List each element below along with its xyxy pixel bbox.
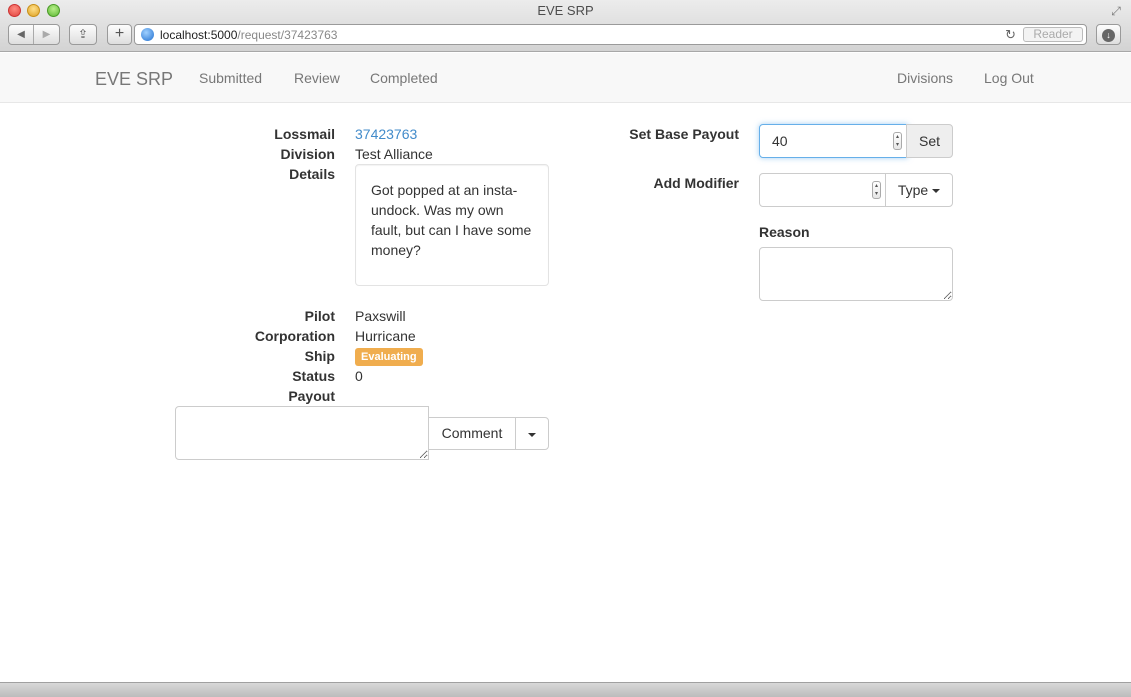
nav-review[interactable]: Review: [294, 70, 340, 86]
caret-down-icon: [528, 433, 536, 437]
type-button-label: Type: [897, 182, 929, 198]
reader-button[interactable]: Reader: [1023, 27, 1083, 42]
pilot-label: Pilot: [304, 308, 335, 324]
base-payout-input[interactable]: 40: [759, 124, 908, 158]
add-modifier-label: Add Modifier: [653, 175, 739, 191]
division-label: Division: [280, 146, 335, 162]
history-nav-group: ◀ ▶: [8, 24, 60, 45]
forward-arrow-icon[interactable]: ▶: [34, 25, 59, 44]
caret-down-icon: [932, 189, 941, 194]
window-bottom-bar: [0, 682, 1131, 697]
payout-value: 0: [355, 368, 363, 384]
payout-label: Payout: [288, 388, 335, 404]
status-badge: Evaluating: [355, 348, 423, 366]
corporation-value: Hurricane: [355, 328, 416, 344]
share-button[interactable]: ⇪: [69, 24, 97, 45]
details-label: Details: [289, 166, 335, 182]
ship-label: Ship: [304, 348, 335, 364]
division-value: Test Alliance: [355, 146, 433, 162]
details-well: Got popped at an insta-undock. Was my ow…: [355, 164, 549, 286]
nav-log-out[interactable]: Log Out: [984, 70, 1034, 86]
nav-divisions[interactable]: Divisions: [897, 70, 953, 86]
base-payout-spinner[interactable]: ▴ ▾: [893, 132, 902, 150]
window-titlebar: EVE SRP ⤢ ◀ ▶ ⇪ + localhost:5000/request…: [0, 0, 1131, 52]
pilot-value: Paxswill: [355, 308, 406, 324]
add-bookmark-button[interactable]: +: [107, 24, 132, 45]
window-title: EVE SRP: [537, 3, 594, 18]
set-button[interactable]: Set: [906, 124, 953, 158]
brand-link[interactable]: EVE SRP: [95, 69, 173, 90]
modifier-input[interactable]: [759, 173, 887, 207]
nav-submitted[interactable]: Submitted: [199, 70, 262, 86]
share-icon: ⇪: [77, 27, 89, 41]
app-navbar: EVE SRP Submitted Review Completed Divis…: [0, 53, 1131, 103]
comment-textarea[interactable]: [175, 406, 429, 460]
lossmail-label: Lossmail: [274, 126, 335, 142]
comment-options-dropdown[interactable]: [515, 417, 549, 450]
comment-button[interactable]: Comment: [428, 417, 516, 450]
lossmail-link[interactable]: 37423763: [355, 126, 417, 142]
url-host: localhost:5000: [160, 28, 238, 42]
fullscreen-icon[interactable]: ⤢: [1109, 4, 1123, 18]
reason-textarea[interactable]: [759, 247, 953, 301]
downloads-button[interactable]: ↓: [1096, 24, 1121, 45]
lossmail-value: 37423763: [355, 126, 417, 142]
modifier-spinner[interactable]: ▴ ▾: [872, 181, 881, 199]
globe-icon: [141, 28, 154, 41]
address-bar[interactable]: localhost:5000/request/37423763 ↻ Reader: [134, 24, 1087, 45]
plus-icon: +: [114, 25, 125, 42]
reload-icon[interactable]: ↻: [1005, 27, 1016, 43]
corporation-label: Corporation: [254, 328, 335, 344]
url-path: /request/37423763: [237, 28, 338, 42]
nav-completed[interactable]: Completed: [370, 70, 438, 86]
back-arrow-icon[interactable]: ◀: [9, 25, 34, 44]
status-label: Status: [292, 368, 335, 384]
modifier-type-dropdown[interactable]: Type: [885, 173, 953, 207]
url-text[interactable]: localhost:5000/request/37423763: [160, 28, 337, 42]
reason-label: Reason: [759, 224, 810, 240]
download-icon: ↓: [1102, 29, 1115, 42]
set-base-payout-label: Set Base Payout: [629, 126, 739, 142]
